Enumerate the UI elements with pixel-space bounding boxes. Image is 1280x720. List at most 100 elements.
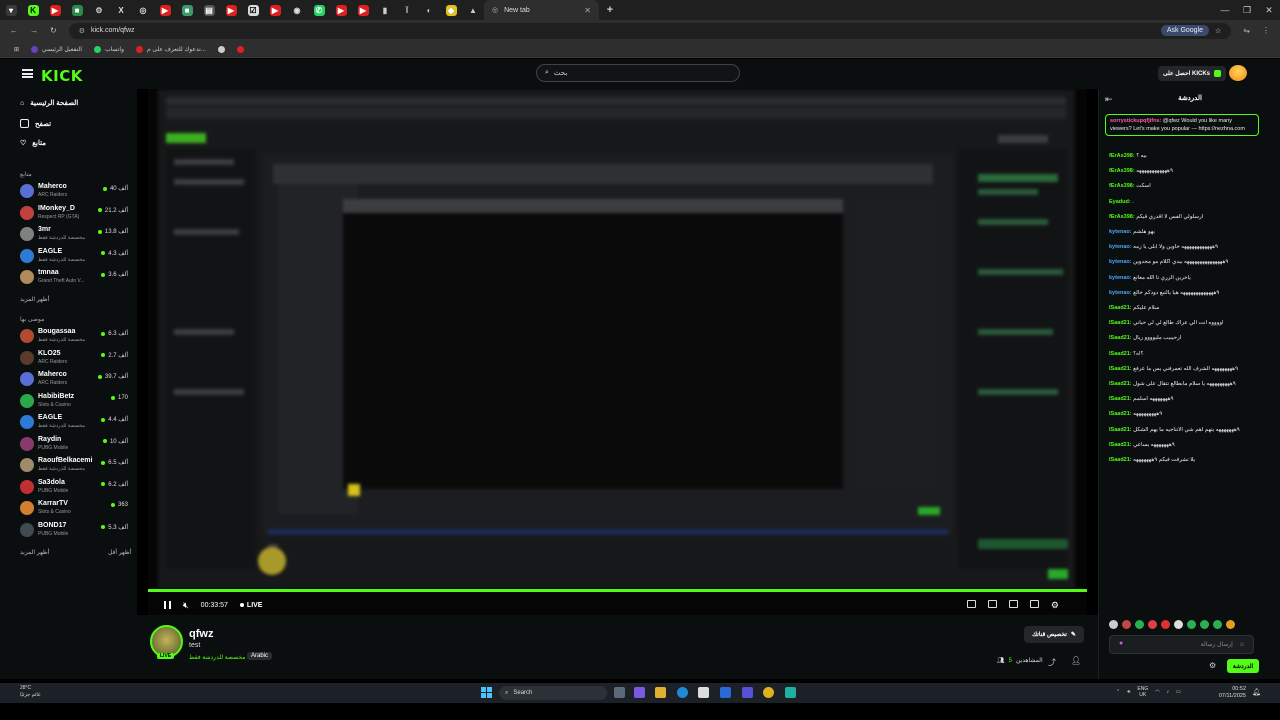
whatsapp-tab-icon[interactable]: ✆ [308, 0, 330, 20]
file-explorer-icon[interactable] [655, 687, 666, 698]
emote-icon[interactable] [1109, 620, 1118, 629]
sidebar-channel[interactable]: Maherco ARC Raiders 39.7 ألف [20, 369, 130, 389]
tab-icon[interactable]: ◉ [286, 0, 308, 20]
chrome-icon[interactable] [763, 687, 774, 698]
show-hidden-icons[interactable]: ⌃ [1116, 689, 1120, 695]
tab-icon[interactable]: ▤ [198, 0, 220, 20]
chat-username[interactable]: ISaad21: [1109, 411, 1132, 417]
chat-username[interactable]: ISaad21: [1109, 381, 1132, 387]
clip-icon[interactable] [987, 600, 997, 608]
minimize-icon[interactable]: — [1214, 5, 1236, 16]
youtube-tab-icon[interactable]: ▶ [330, 0, 352, 20]
emote-icon[interactable] [1200, 620, 1209, 629]
emote-icon[interactable] [1135, 620, 1144, 629]
chat-username[interactable]: Eyadud: [1109, 199, 1131, 205]
app-icon[interactable] [785, 687, 796, 698]
settings-tab-icon[interactable]: ⚙ [88, 0, 110, 20]
emoji-icon[interactable]: ☺ [1239, 642, 1245, 648]
kick-tab-icon[interactable]: K [22, 0, 44, 20]
chat-username[interactable]: fErAs398: [1109, 153, 1135, 159]
customize-channel-button[interactable]: تخصيص قناتك ✎ [1024, 626, 1084, 643]
show-more-recommended[interactable]: أظهر المزيد [20, 549, 49, 556]
user-icon[interactable]: 👤︎ [1071, 656, 1081, 665]
chat-username[interactable]: ISaad21: [1109, 366, 1132, 372]
copilot-icon[interactable] [634, 687, 645, 698]
show-less-recommended[interactable]: أظهر أقل [108, 549, 131, 556]
pinned-username[interactable]: sorrystickupqfjifns: [1110, 118, 1161, 124]
forward-icon[interactable]: → [30, 26, 38, 35]
chat-username[interactable]: ISaad21: [1109, 335, 1132, 341]
tab-icon[interactable]: ◆ [440, 0, 462, 20]
chat-username[interactable]: kytenao: [1109, 229, 1132, 235]
nav-following[interactable]: ♡ متابع [20, 139, 130, 147]
extensions-icon[interactable]: ⇋ [1243, 26, 1250, 35]
mic-icon[interactable]: ● [1119, 640, 1123, 647]
bookmark-item[interactable] [236, 45, 244, 53]
back-icon[interactable]: ← [10, 26, 18, 35]
clock[interactable]: 00:52 07/11/2025 [1212, 686, 1246, 700]
sidebar-channel[interactable]: Bougassaa مخصصة للدردشة فقط 6.3 ألف [20, 326, 130, 346]
chat-username[interactable]: kytenao: [1109, 275, 1132, 281]
tab-icon[interactable]: ■ [176, 0, 198, 20]
progress-bar[interactable] [148, 589, 1087, 592]
stream-category[interactable]: مخصصة للدردشة فقط [189, 654, 245, 661]
bookmark-item[interactable]: تدعوك للتعرف على م... [136, 45, 206, 53]
pause-icon[interactable] [164, 601, 171, 609]
ask-google-button[interactable]: Ask Google [1160, 25, 1210, 36]
chat-username[interactable]: ISaad21: [1109, 442, 1132, 448]
sidebar-channel[interactable]: BOND17 PUBG Mobile 5.3 ألف [20, 520, 130, 540]
youtube-tab-icon[interactable]: ▶ [220, 0, 242, 20]
chat-username[interactable]: ISaad21: [1109, 396, 1132, 402]
start-button[interactable] [481, 687, 492, 698]
tab-icon[interactable]: ☑ [242, 0, 264, 20]
share-icon[interactable]: ⤴ [1048, 657, 1056, 668]
user-avatar[interactable] [1229, 65, 1247, 81]
sidebar-channel[interactable]: Raydin PUBG Mobile 10 ألف [20, 434, 130, 454]
nav-browse[interactable]: تصفح [20, 119, 130, 128]
sidebar-channel[interactable]: EAGLE مخصصة للدردشة فقط 4.3 ألف [20, 246, 130, 266]
tab-list-icon[interactable]: ▾ [0, 0, 22, 20]
outlook-icon[interactable] [720, 687, 731, 698]
chat-message-input[interactable]: إرسال رسالة ☺ [1109, 635, 1254, 654]
sidebar-channel[interactable]: Maherco ARC Raiders 40 ألف [20, 181, 130, 201]
reload-icon[interactable]: ↻ [50, 26, 57, 35]
tab-icon[interactable]: ◐ [418, 0, 440, 20]
sidebar-channel[interactable]: KLO25 ARC Raiders 2.7 ألف [20, 348, 130, 368]
emote-icon[interactable] [1122, 620, 1131, 629]
kick-logo[interactable]: KICK [41, 67, 83, 85]
miniplayer-icon[interactable] [966, 600, 976, 608]
task-view-icon[interactable] [614, 687, 625, 698]
speaker-icon[interactable]: ♪ [1167, 689, 1170, 695]
sidebar-channel[interactable]: 3mr مخصصة للدردشة فقط 13.8 ألف [20, 224, 130, 244]
chat-username[interactable]: fErAs398: [1109, 183, 1135, 189]
emote-icon[interactable] [1148, 620, 1157, 629]
video-player[interactable]: 🔇︎ 00:33:57 LIVE ⚙ [148, 89, 1087, 615]
chat-username[interactable]: fErAs398: [1109, 214, 1135, 220]
sidebar-channel[interactable]: RaoufBelkacemi مخصصة للدردشة فقط 6.5 ألف [20, 455, 130, 475]
lang-indicator[interactable]: ENG UK [1137, 686, 1148, 698]
restore-icon[interactable]: ❐ [1236, 5, 1258, 16]
notification-bell-icon[interactable]: 🔔︎ [1252, 688, 1261, 696]
new-tab-icon[interactable]: + [599, 0, 621, 20]
close-tab-icon[interactable]: ✕ [584, 6, 591, 15]
discord-icon[interactable] [742, 687, 753, 698]
show-more-following[interactable]: أظهر المزيد [20, 296, 49, 303]
weather-widget[interactable]: 28°C غائم جزئيًا [20, 685, 41, 699]
theater-mode-icon[interactable] [1008, 600, 1018, 608]
chat-username[interactable]: ISaad21: [1109, 305, 1132, 311]
search-input[interactable]: ⌕ بحث [536, 64, 740, 82]
tab-icon[interactable]: ▲ [462, 0, 484, 20]
battery-icon[interactable]: ▭ [1176, 689, 1181, 695]
chat-username[interactable]: kytenao: [1109, 244, 1132, 250]
sidebar-channel[interactable]: HabibiBetz Slots & Casino 170 [20, 391, 130, 411]
sidebar-channel[interactable]: tmnaa Grand Theft Auto V... 3.6 ألف [20, 267, 130, 287]
youtube-tab-icon[interactable]: ▶ [44, 0, 66, 20]
mute-icon[interactable]: 🔇︎ [183, 600, 189, 611]
sidebar-channel[interactable]: KarrarTV Slots & Casino 363 [20, 498, 130, 518]
edge-icon[interactable] [677, 687, 688, 698]
hamburger-menu-icon[interactable] [22, 69, 33, 78]
bookmark-item[interactable]: التفعيل الرئيسي [31, 45, 82, 53]
youtube-tab-icon[interactable]: ▶ [264, 0, 286, 20]
youtube-tab-icon[interactable]: ▶ [352, 0, 374, 20]
emote-icon[interactable] [1174, 620, 1183, 629]
